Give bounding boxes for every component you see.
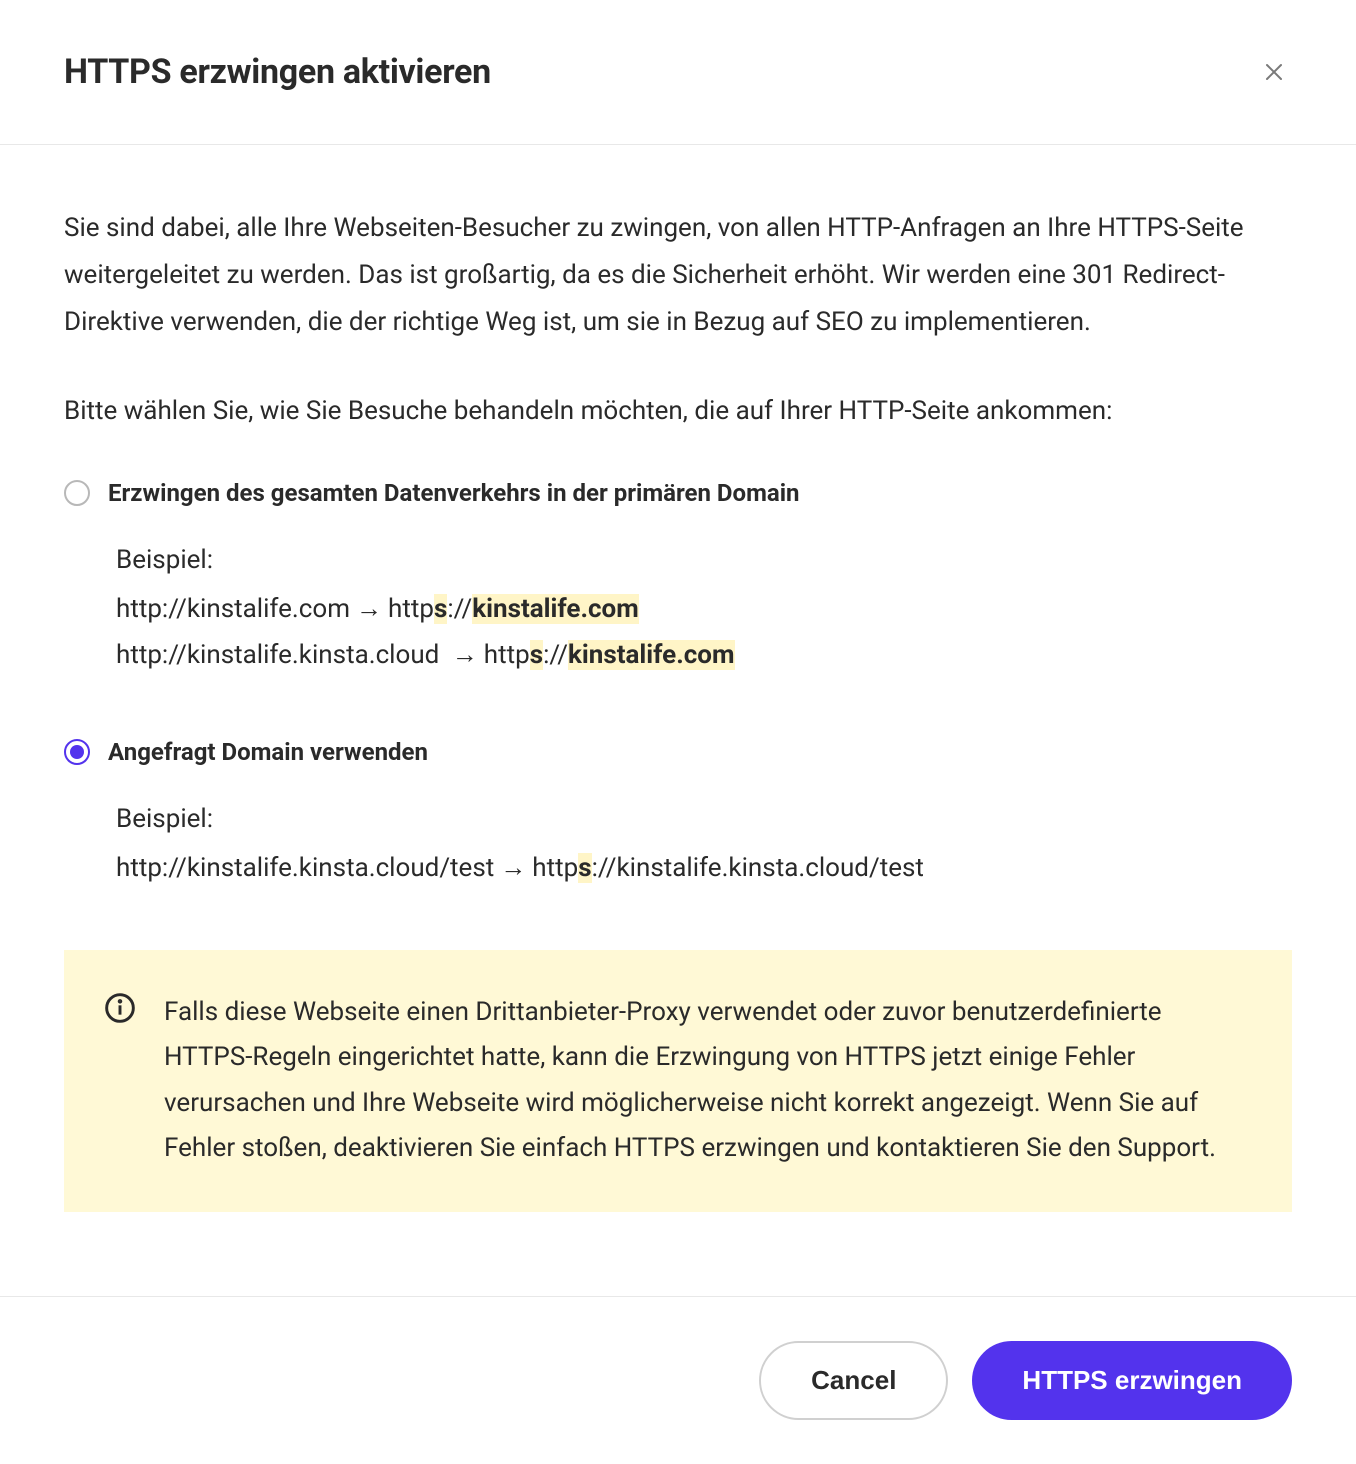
modal-header: HTTPS erzwingen aktivieren [0, 0, 1356, 145]
example-label: Beispiel: [116, 537, 1292, 584]
example-line-2: http://kinstalife.kinsta.cloud →https://… [116, 632, 1292, 679]
arrow-icon: → [500, 853, 526, 883]
example-primary-domain: Beispiel: http://kinstalife.com→https://… [116, 537, 1292, 679]
option-requested-domain[interactable]: Angefragt Domain verwenden [64, 737, 1292, 768]
info-text: Falls diese Webseite einen Drittanbieter… [164, 990, 1252, 1172]
example-line-1: http://kinstalife.kinsta.cloud/test→http… [116, 845, 1292, 892]
modal-footer: Cancel HTTPS erzwingen [0, 1296, 1356, 1464]
confirm-button[interactable]: HTTPS erzwingen [972, 1341, 1292, 1420]
modal-body: Sie sind dabei, alle Ihre Webseiten-Besu… [0, 145, 1356, 1296]
option-requested-domain-label: Angefragt Domain verwenden [108, 737, 428, 768]
arrow-icon: → [356, 594, 382, 624]
info-icon [104, 992, 136, 1024]
cancel-button[interactable]: Cancel [759, 1341, 948, 1420]
prompt-text: Bitte wählen Sie, wie Sie Besuche behand… [64, 389, 1292, 433]
close-icon [1262, 60, 1286, 84]
modal-title: HTTPS erzwingen aktivieren [64, 52, 491, 92]
option-primary-domain-label: Erzwingen des gesamten Datenverkehrs in … [108, 478, 800, 509]
modal: HTTPS erzwingen aktivieren Sie sind dabe… [0, 0, 1356, 1464]
intro-text: Sie sind dabei, alle Ihre Webseiten-Besu… [64, 205, 1292, 345]
radio-requested-domain[interactable] [64, 739, 90, 765]
example-requested-domain: Beispiel: http://kinstalife.kinsta.cloud… [116, 796, 1292, 892]
arrow-icon: → [452, 640, 478, 670]
option-primary-domain[interactable]: Erzwingen des gesamten Datenverkehrs in … [64, 478, 1292, 509]
example-line-1: http://kinstalife.com→https://kinstalife… [116, 586, 1292, 633]
example-label: Beispiel: [116, 796, 1292, 843]
radio-primary-domain[interactable] [64, 480, 90, 506]
info-box: Falls diese Webseite einen Drittanbieter… [64, 950, 1292, 1212]
close-button[interactable] [1256, 54, 1292, 90]
